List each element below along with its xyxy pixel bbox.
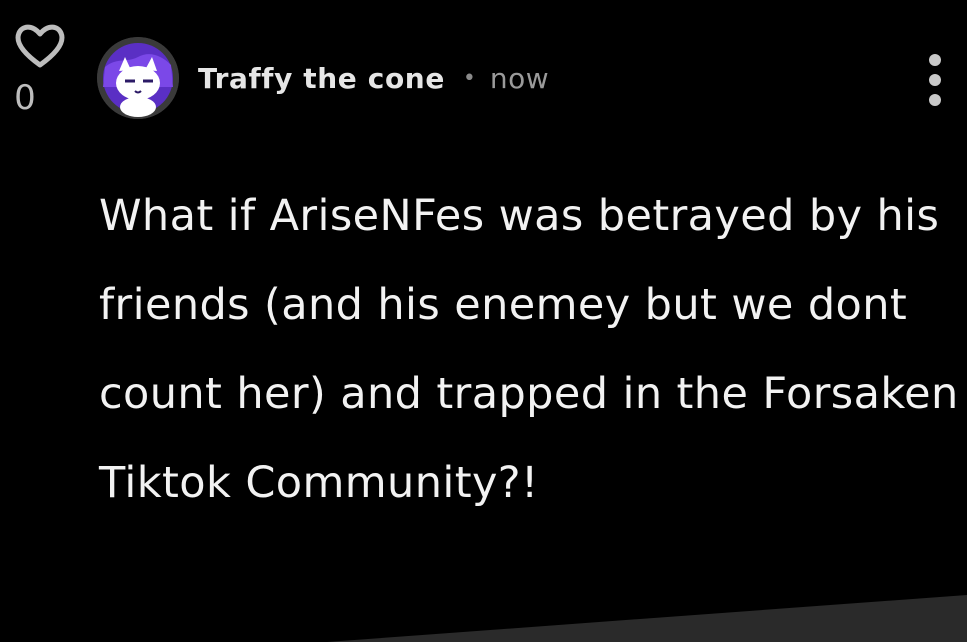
bottom-edge-shadow bbox=[327, 595, 967, 642]
cat-avatar-icon bbox=[97, 37, 179, 119]
post-meta: Traffy the cone • now bbox=[198, 58, 549, 98]
more-vertical-icon-dot bbox=[929, 94, 941, 106]
post-container: 0 Traffy the cone • now What if AriseNFe… bbox=[0, 0, 967, 642]
avatar[interactable] bbox=[97, 37, 179, 119]
author-name[interactable]: Traffy the cone bbox=[198, 62, 445, 95]
meta-separator: • bbox=[462, 65, 476, 91]
heart-icon[interactable] bbox=[13, 22, 67, 70]
like-control: 0 bbox=[12, 22, 68, 116]
like-count: 0 bbox=[14, 78, 36, 118]
post-time: now bbox=[489, 61, 550, 95]
more-options-button[interactable] bbox=[920, 54, 950, 106]
post-body-text: What if AriseNFes was betrayed by his fr… bbox=[99, 191, 959, 508]
more-vertical-icon-dot bbox=[929, 74, 941, 86]
more-vertical-icon bbox=[929, 54, 941, 66]
